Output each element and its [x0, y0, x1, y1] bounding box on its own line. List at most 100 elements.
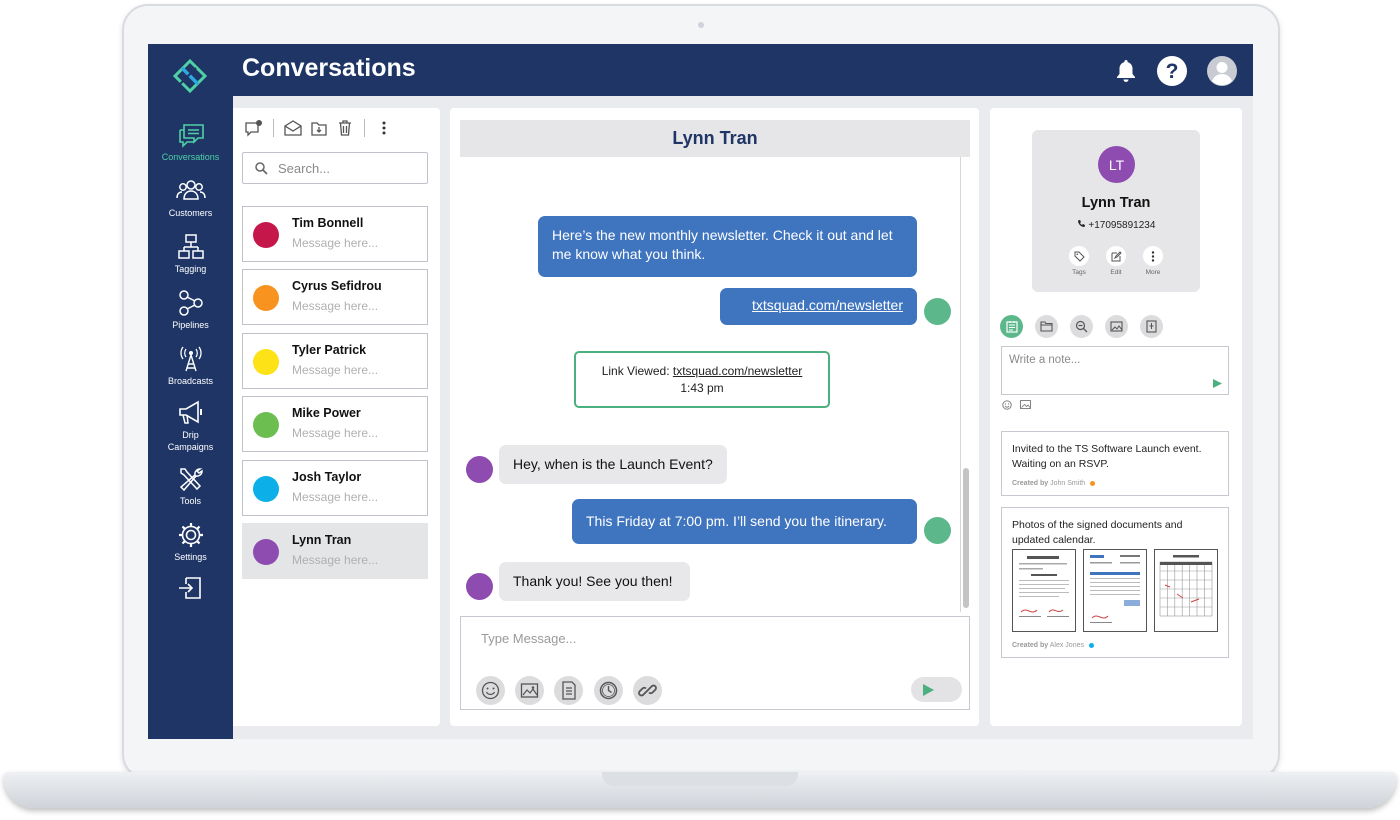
link-icon[interactable]	[633, 676, 662, 705]
attachment-thumbnail[interactable]	[1083, 549, 1147, 632]
contact-profile-panel: LT Lynn Tran +17095891234 Tags Edit More	[990, 108, 1242, 726]
note-author: John Smith	[1050, 480, 1086, 487]
nav-broadcasts[interactable]: Broadcasts	[148, 346, 233, 387]
gear-icon	[178, 523, 203, 547]
note-image-icon[interactable]	[1020, 400, 1031, 409]
bell-icon[interactable]	[1111, 56, 1141, 86]
note-input[interactable]	[1009, 354, 1199, 366]
contact-preview: Message here...	[292, 553, 379, 567]
chat-icon	[178, 124, 204, 148]
contact-avatar-small	[466, 456, 493, 483]
edit-button[interactable]: Edit	[1101, 246, 1131, 276]
user-icon[interactable]	[1206, 55, 1238, 87]
tag-icon	[1069, 246, 1089, 266]
message-composer	[460, 616, 970, 710]
list-toolbar	[243, 118, 399, 138]
nav-tagging[interactable]: Tagging	[148, 234, 233, 275]
author-status-dot	[1090, 480, 1096, 486]
note-meta: Created by Alex Jones	[1012, 642, 1094, 649]
phone-icon	[1077, 220, 1085, 227]
nav-drip-campaigns[interactable]: Drip Campaigns	[148, 400, 233, 453]
note-emoji-icon[interactable]	[1002, 400, 1012, 410]
note-author: Alex Jones	[1049, 642, 1084, 649]
new-message-icon[interactable]	[243, 118, 265, 138]
note-text: Photos of the signed documents and updat…	[1012, 519, 1183, 546]
message-incoming: Thank you! See you then!	[499, 562, 690, 601]
newsletter-link[interactable]: txtsquad.com/newsletter	[752, 297, 903, 313]
link-viewed-url[interactable]: txtsquad.com/newsletter	[673, 364, 802, 378]
nav-logout[interactable]	[148, 575, 233, 601]
edit-icon	[1106, 246, 1126, 266]
contact-item-selected[interactable]: Lynn Tran Message here...	[242, 523, 428, 579]
nav-pipelines[interactable]: Pipelines	[148, 290, 233, 331]
contact-preview: Message here...	[292, 426, 379, 440]
contact-avatar	[253, 349, 279, 375]
profile-phone: +17095891234	[1032, 219, 1200, 231]
conversation-list-panel: Tim Bonnell Message here... Cyrus Sefidr…	[233, 108, 440, 726]
tagging-icon	[177, 234, 204, 259]
document-icon[interactable]	[554, 676, 583, 705]
nav-label: Broadcasts	[167, 376, 214, 386]
toolbar-divider	[273, 119, 274, 137]
folder-tab-icon[interactable]	[1035, 315, 1058, 338]
sender-avatar	[924, 298, 951, 325]
search-input[interactable]	[278, 160, 418, 176]
megaphone-icon	[178, 400, 202, 424]
note-card: Invited to the TS Software Launch event.…	[1001, 431, 1229, 496]
attachment-thumbnail[interactable]	[1012, 549, 1076, 632]
contact-avatar	[253, 412, 279, 438]
contact-item[interactable]: Josh Taylor Message here...	[242, 460, 428, 516]
more-label: More	[1145, 269, 1161, 276]
note-card: Photos of the signed documents and updat…	[1001, 507, 1229, 658]
emoji-icon[interactable]	[476, 676, 505, 705]
message-input[interactable]	[481, 631, 941, 646]
contact-item[interactable]: Mike Power Message here...	[242, 396, 428, 452]
nav-settings[interactable]: Settings	[148, 522, 233, 563]
search-icon	[255, 161, 268, 175]
more-button[interactable]: More	[1138, 246, 1168, 276]
chat-panel: Lynn Tran Here’s the new monthly newslet…	[450, 108, 979, 726]
contact-avatar-small	[466, 573, 493, 600]
gallery-tab-icon[interactable]	[1105, 315, 1128, 338]
contact-item[interactable]: Cyrus Sefidrou Message here...	[242, 269, 428, 325]
tools-icon	[179, 468, 203, 492]
nav-label: Pipelines	[172, 320, 209, 330]
contact-name: Tyler Patrick	[292, 343, 367, 357]
archive-icon[interactable]	[308, 118, 330, 138]
contact-avatar	[253, 222, 279, 248]
contact-preview: Message here...	[292, 236, 379, 250]
tags-button[interactable]: Tags	[1064, 246, 1094, 276]
toolbar-divider	[364, 119, 365, 137]
contact-item[interactable]: Tim Bonnell Message here...	[242, 206, 428, 262]
tags-label: Tags	[1072, 269, 1086, 276]
contact-preview: Message here...	[292, 299, 379, 313]
more-options-icon[interactable]	[373, 118, 395, 138]
contact-avatar	[253, 285, 279, 311]
trash-icon[interactable]	[334, 118, 356, 138]
note-send-icon[interactable]	[1212, 378, 1223, 389]
send-button[interactable]	[911, 677, 962, 702]
left-navigation: Conversations Customers Tagging Pipeline…	[148, 44, 233, 739]
message-outgoing-link: txtsquad.com/newsletter	[720, 288, 917, 325]
chat-scrollbar[interactable]	[963, 468, 969, 608]
schedule-icon[interactable]	[594, 676, 623, 705]
image-icon[interactable]	[515, 676, 544, 705]
note-editor	[1001, 346, 1229, 395]
nav-tools[interactable]: Tools	[148, 466, 233, 507]
nav-customers[interactable]: Customers	[148, 178, 233, 219]
nav-conversations[interactable]: Conversations	[148, 122, 233, 163]
contact-preview: Message here...	[292, 363, 379, 377]
notes-tab-icon[interactable]	[1000, 315, 1023, 338]
laptop-notch	[602, 772, 798, 786]
zoom-tab-icon[interactable]	[1070, 315, 1093, 338]
contact-name: Tim Bonnell	[292, 216, 364, 230]
file-tab-icon[interactable]	[1140, 315, 1163, 338]
contact-item[interactable]: Tyler Patrick Message here...	[242, 333, 428, 389]
nav-label: Settings	[174, 552, 207, 562]
webcam	[698, 22, 704, 28]
contact-name: Mike Power	[292, 406, 361, 420]
attachment-thumbnail[interactable]	[1154, 549, 1218, 632]
mark-read-icon[interactable]	[282, 118, 304, 138]
profile-tabs	[1000, 315, 1163, 338]
help-icon[interactable]: ?	[1156, 55, 1188, 87]
